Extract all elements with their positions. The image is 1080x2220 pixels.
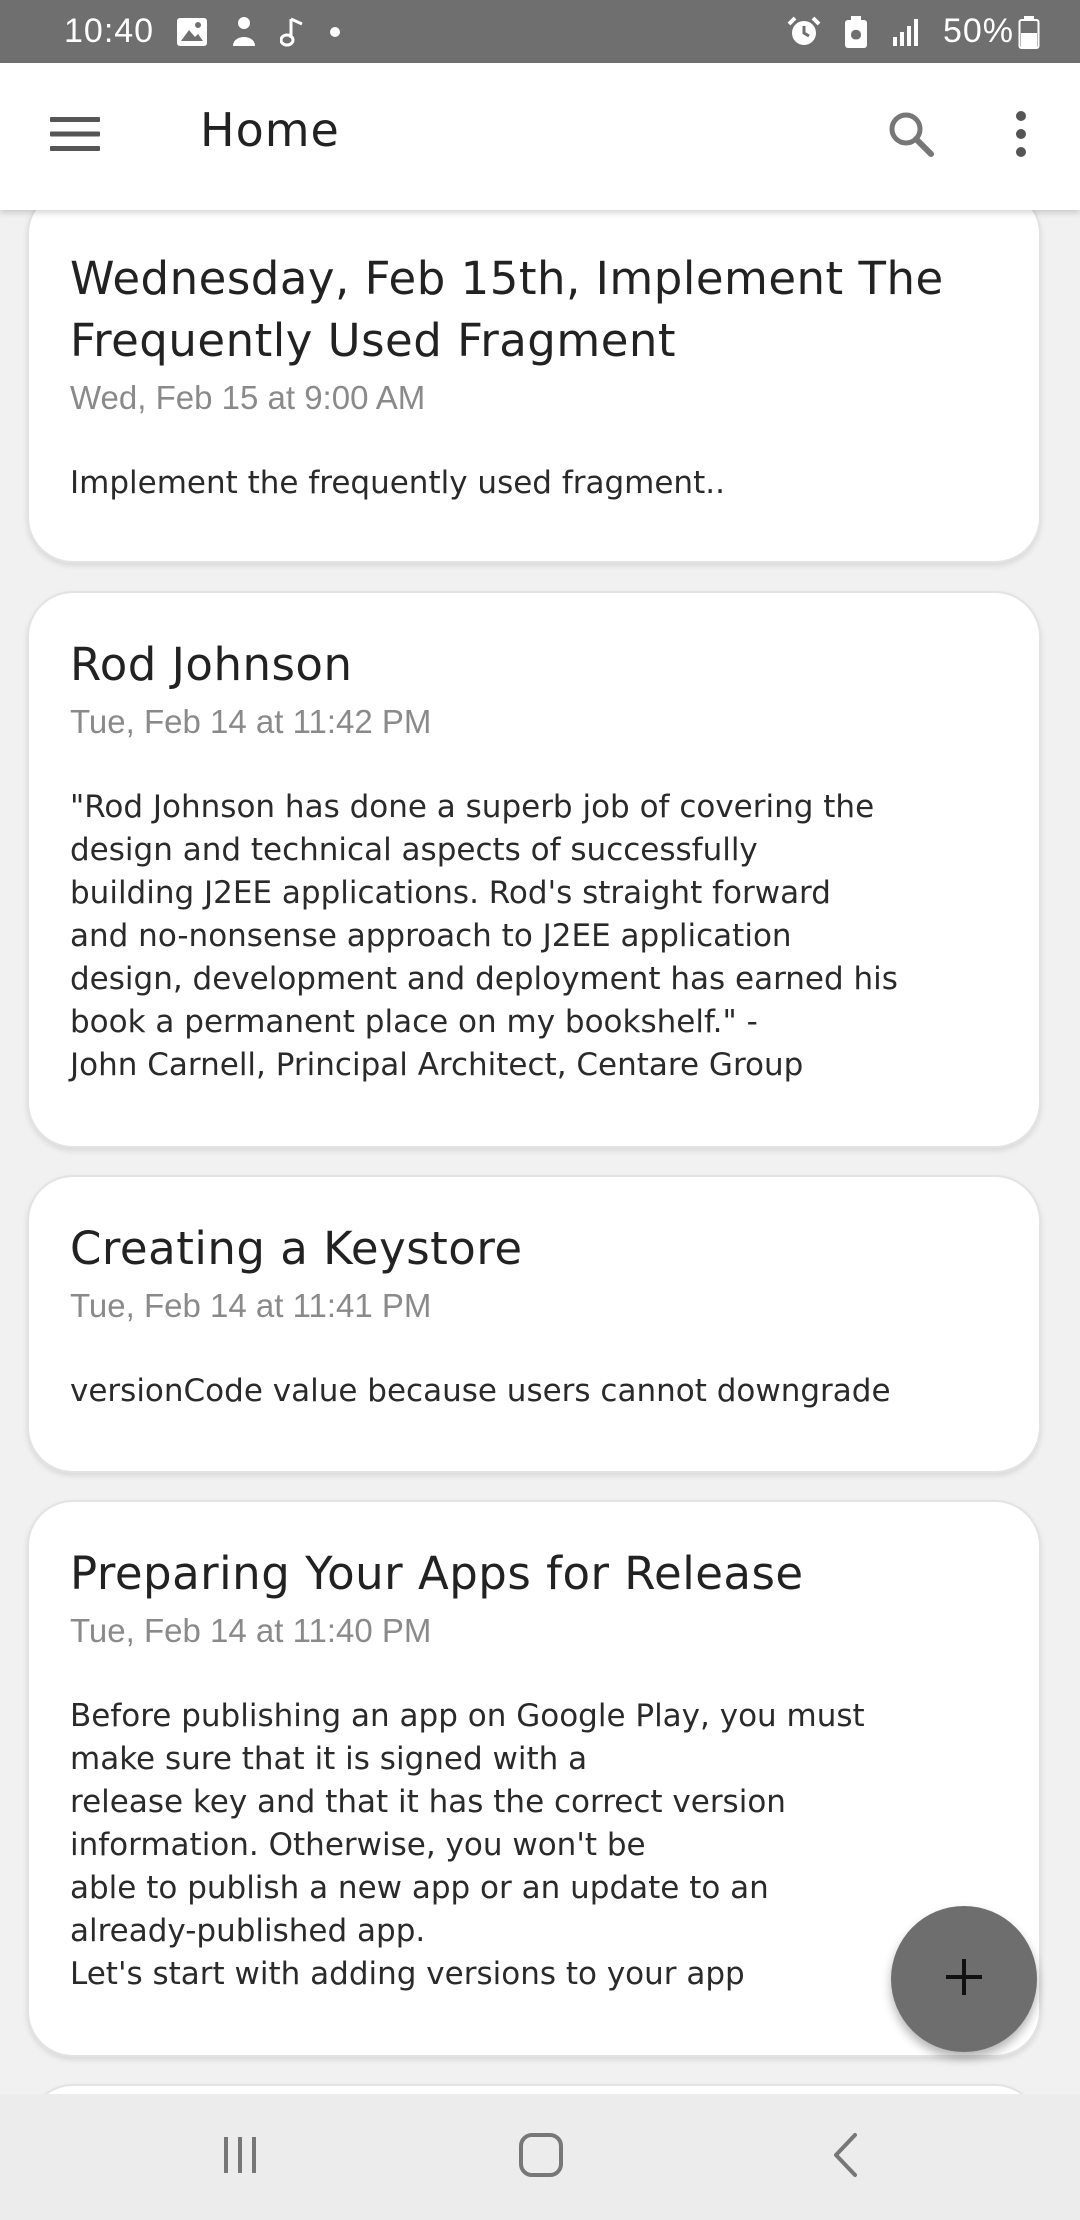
note-card[interactable]: Preparing Your Apps for Release Tue, Feb… [27,1500,1041,2057]
more-vertical-icon [1014,110,1028,162]
alarm-icon [787,16,821,48]
search-button[interactable] [866,91,956,181]
note-card[interactable]: Rod Johnson Tue, Feb 14 at 11:42 PM "Rod… [27,591,1041,1148]
note-date: Wed, Feb 15 at 9:00 AM [70,379,426,416]
person-icon [230,16,258,48]
menu-button[interactable] [30,91,120,181]
note-card[interactable]: Creating a Keystore Tue, Feb 14 at 11:41… [27,1175,1041,1473]
navigation-bar [0,2094,1080,2220]
notes-list[interactable]: Wednesday, Feb 15th, Implement The Frequ… [0,210,1080,2094]
note-date: Tue, Feb 14 at 11:42 PM [70,703,432,740]
note-title: Wednesday, Feb 15th, Implement The Frequ… [70,252,944,367]
note-card[interactable] [27,2084,1041,2094]
status-bar-left: 10:40 [64,12,342,51]
recent-apps-icon [220,2135,260,2179]
page-title: Home [200,103,340,157]
battery-icon [1018,15,1040,49]
note-body: "Rod Johnson has done a superb job of co… [70,789,898,1083]
note-title: Preparing Your Apps for Release [70,1547,804,1600]
status-time: 10:40 [64,12,155,50]
note-card[interactable]: Wednesday, Feb 15th, Implement The Frequ… [27,210,1041,563]
battery-percent: 50% [942,12,1014,50]
screen: 10:40 50% Home Wednesday, Feb 15th, Impl… [0,0,1080,2220]
home-button[interactable] [491,2112,591,2202]
plus-icon [944,1957,984,2001]
add-note-button[interactable] [891,1906,1037,2052]
recent-apps-button[interactable] [190,2112,290,2202]
gallery-icon [176,17,208,47]
battery-saver-icon [843,15,869,49]
app-bar: Home [0,63,1080,210]
note-date: Tue, Feb 14 at 11:41 PM [70,1287,432,1324]
status-bar-right: 50% [787,12,1040,51]
note-body: Implement the frequently used fragment.. [70,465,725,501]
more-options-button[interactable] [976,91,1066,181]
home-icon [518,2132,564,2182]
note-body: Before publishing an app on Google Play,… [70,1698,865,1992]
back-button[interactable] [795,2112,895,2202]
back-icon [830,2132,860,2182]
note-body: versionCode value because users cannot d… [70,1373,891,1409]
note-title: Rod Johnson [70,638,353,691]
note-title: Creating a Keystore [70,1222,523,1275]
dot-icon [328,25,342,39]
note-date: Tue, Feb 14 at 11:40 PM [70,1612,432,1649]
signal-icon [891,17,921,47]
hamburger-menu-icon [48,114,102,158]
status-bar: 10:40 50% [0,0,1080,63]
music-note-icon [280,16,306,48]
search-icon [886,109,936,163]
